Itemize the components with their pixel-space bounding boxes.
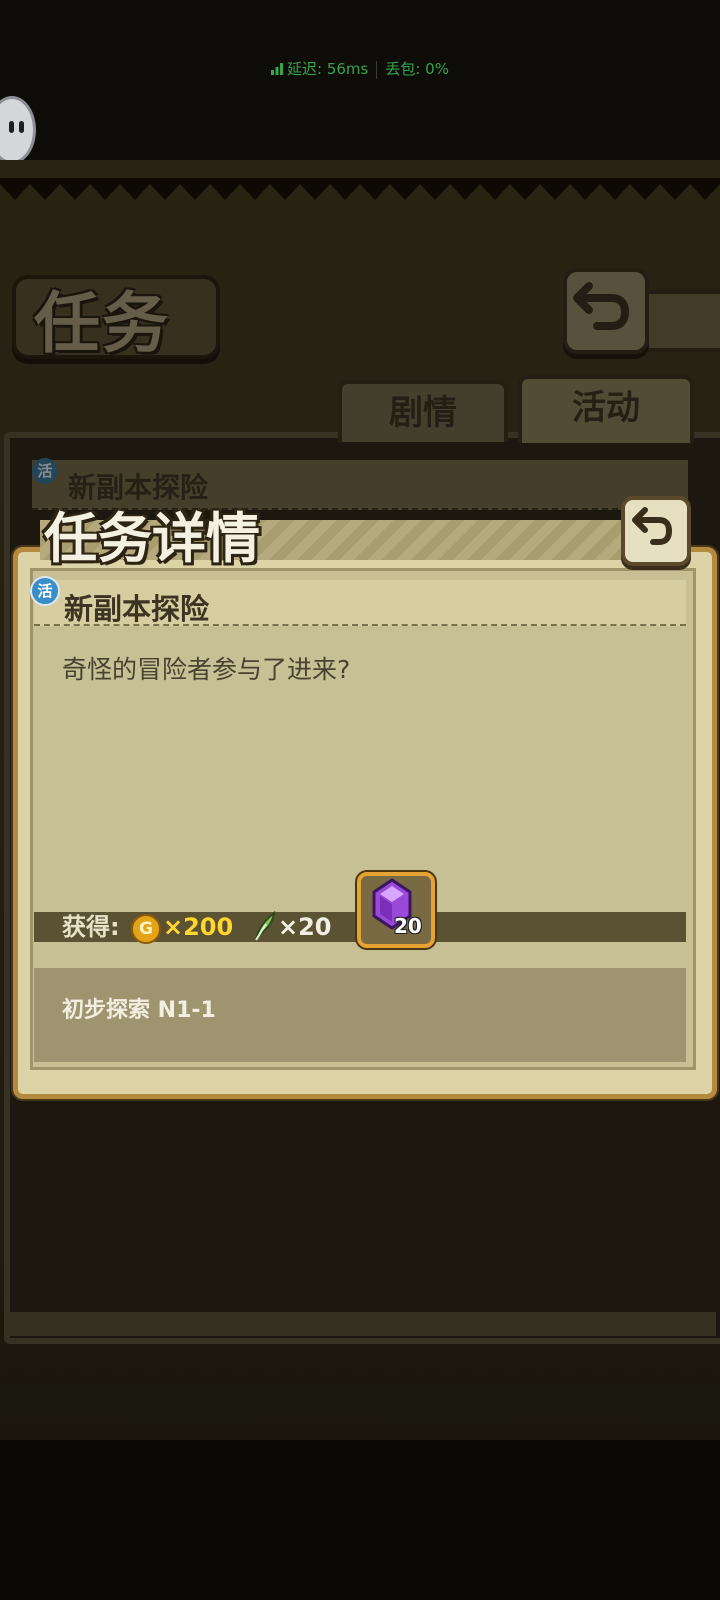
quest-description: 奇怪的冒险者参与了进来? [62,655,351,684]
back-button[interactable] [563,268,649,354]
quest-name: 新副本探险 [64,592,210,626]
feather-icon [255,910,276,941]
activity-badge: 活 [30,576,60,606]
gem-reward-count: 20 [394,914,422,938]
board-bottom-rail [4,1312,716,1336]
reward-label: 获得: [62,913,120,941]
back-arrow-icon [632,507,672,545]
eye-right [19,121,24,133]
latency-label: 延迟: 56ms [287,60,369,78]
eye-left [9,121,14,133]
modal-back-button[interactable] [621,496,691,566]
feather-reward-amount: ×20 [278,913,332,941]
tab-story[interactable]: 剧情 [338,380,508,442]
bottom-zigzag-border [0,1364,720,1386]
back-arrow-icon [573,282,629,330]
activity-badge: 活 [32,458,58,484]
top-status-area [0,0,720,160]
coin-icon: G [131,914,161,944]
quest-objective: 初步探索 N1-1 [62,998,216,1023]
coin-reward-amount: ×200 [163,913,234,941]
top-zigzag-border [0,178,720,200]
packet-loss-label: 丢包: 0% [385,60,449,78]
divider [376,60,378,79]
tab-activity[interactable]: 活动 [518,375,694,443]
signal-bars-icon [271,63,284,75]
quest-board-title: 任务 [34,284,170,362]
network-status: 延迟: 56ms 丢包: 0% [0,58,720,79]
modal-title: 任务详情 [44,506,260,570]
